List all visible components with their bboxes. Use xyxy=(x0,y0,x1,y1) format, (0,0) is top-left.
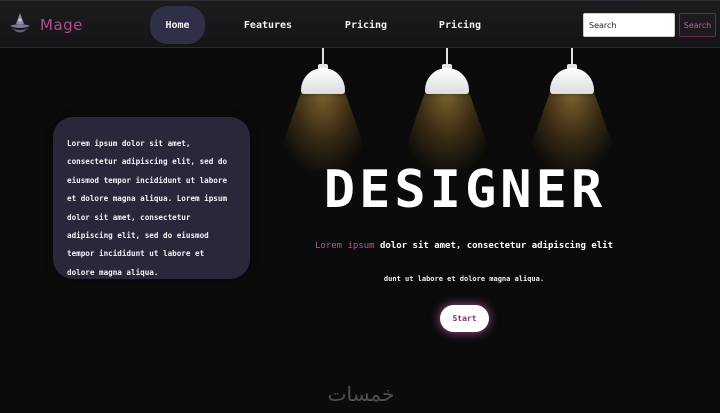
brand[interactable]: Mage xyxy=(6,10,83,40)
hero-title: DESIGNER xyxy=(323,160,607,220)
nav-home[interactable]: Home xyxy=(150,6,205,44)
nav-pricing-2[interactable]: Pricing xyxy=(432,6,488,44)
hero-tagline: Lorem ipsum dolor sit amet, consectetur … xyxy=(300,241,628,251)
lamp-shade-icon xyxy=(425,68,469,94)
search-input[interactable] xyxy=(583,13,675,37)
start-button[interactable]: Start xyxy=(440,305,489,332)
lamp-shade-icon xyxy=(301,68,345,94)
navbar: Mage Home Features Pricing Pricing Searc… xyxy=(0,0,720,48)
hero-subtext: dunt ut labore et dolore magna aliqua. xyxy=(383,275,545,283)
witch-hat-logo-icon xyxy=(10,13,30,33)
nav-features[interactable]: Features xyxy=(240,6,296,44)
lamp-shade-icon xyxy=(550,68,594,94)
search-button[interactable]: Search xyxy=(679,13,716,37)
watermark-logo: خمسات xyxy=(327,382,395,406)
brand-name: Mage xyxy=(40,16,83,34)
hero-tagline-highlight: Lorem ipsum xyxy=(314,241,375,251)
nav-pricing[interactable]: Pricing xyxy=(338,6,394,44)
hero-tagline-text: dolor sit amet, consectetur adipiscing e… xyxy=(374,241,614,251)
info-card: Lorem ipsum dolor sit amet, consectetur … xyxy=(53,117,250,279)
info-card-text: Lorem ipsum dolor sit amet, consectetur … xyxy=(67,139,228,277)
